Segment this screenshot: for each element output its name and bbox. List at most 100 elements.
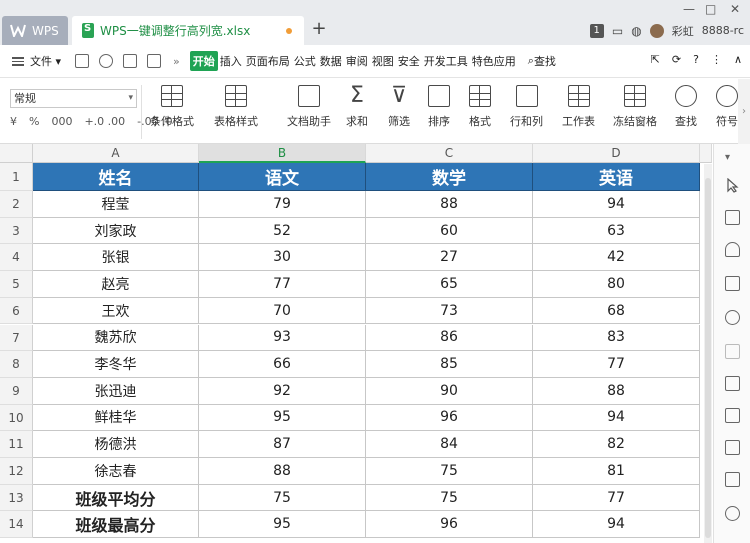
user-name[interactable]: 彩虹 xyxy=(672,23,694,39)
row-col-button[interactable]: 行和列 xyxy=(510,85,543,129)
account-id[interactable]: 8888-rc xyxy=(702,24,744,37)
table-cell[interactable]: 张迅迪 xyxy=(33,377,199,405)
menu-item-insert[interactable]: 插入 xyxy=(218,53,244,69)
window-count-badge[interactable]: 1 xyxy=(589,23,604,38)
menu-item-formula[interactable]: 公式 xyxy=(292,53,318,69)
row-header[interactable]: 10 xyxy=(0,404,33,432)
gif-icon[interactable] xyxy=(725,472,740,487)
table-cell[interactable]: 77 xyxy=(533,351,700,378)
table-cell[interactable]: 鲜桂华 xyxy=(33,404,199,432)
filter-button[interactable]: ⊽ 筛选 xyxy=(388,85,410,129)
find-button[interactable]: 查找 xyxy=(675,85,697,129)
table-cell[interactable]: 66 xyxy=(199,351,366,378)
skin-icon[interactable]: ◍ xyxy=(631,24,641,38)
table-header-cell[interactable]: 语文 xyxy=(199,163,366,191)
row-header[interactable]: 13 xyxy=(0,484,33,512)
file-tab[interactable]: WPS一键调整行高列宽.xlsx xyxy=(72,16,304,45)
thousands-button[interactable]: 000 xyxy=(51,115,72,128)
undo-icon[interactable] xyxy=(99,54,114,68)
table-cell[interactable]: 79 xyxy=(199,191,366,218)
print-preview-icon[interactable] xyxy=(147,54,162,68)
table-cell[interactable]: 94 xyxy=(533,191,700,218)
percent-button[interactable]: % xyxy=(29,115,39,128)
column-header-d[interactable]: D xyxy=(533,144,700,163)
table-cell[interactable]: 88 xyxy=(366,191,533,218)
table-cell[interactable]: 63 xyxy=(533,217,700,245)
archive-icon[interactable] xyxy=(725,440,740,455)
table-header-cell[interactable]: 姓名 xyxy=(33,163,199,191)
table-cell[interactable]: 徐志春 xyxy=(33,458,199,485)
row-header[interactable]: 3 xyxy=(0,217,33,245)
file-menu[interactable]: 文件 ▾ xyxy=(30,53,61,69)
maximize-button[interactable]: □ xyxy=(705,2,716,16)
freeze-button[interactable]: 冻结窗格 xyxy=(613,85,657,129)
doc-assistant-button[interactable]: 文档助手 xyxy=(287,85,331,129)
table-cell[interactable]: 77 xyxy=(533,484,700,512)
table-cell[interactable]: 魏苏欣 xyxy=(33,324,199,352)
number-format-select[interactable]: 常规 xyxy=(10,89,137,108)
style-icon[interactable] xyxy=(725,242,740,257)
avatar[interactable] xyxy=(649,23,664,38)
menu-item-features[interactable]: 特色应用 xyxy=(470,53,518,69)
share-icon[interactable]: ⇱ xyxy=(651,53,660,66)
table-cell[interactable]: 95 xyxy=(199,404,366,432)
save-icon[interactable] xyxy=(75,54,90,68)
table-cell[interactable]: 班级平均分 xyxy=(33,484,199,512)
table-cell[interactable]: 94 xyxy=(533,511,700,539)
increase-decimal-button[interactable]: +.0 .00 xyxy=(84,115,125,128)
table-cell[interactable]: 82 xyxy=(533,431,700,458)
menu-item-view[interactable]: 视图 xyxy=(370,53,396,69)
more-icon[interactable]: ⋮ xyxy=(711,53,722,66)
row-header[interactable]: 7 xyxy=(0,324,33,352)
table-cell[interactable]: 86 xyxy=(366,324,533,352)
row-header[interactable]: 5 xyxy=(0,271,33,298)
row-header[interactable]: 2 xyxy=(0,191,33,218)
menu-item-review[interactable]: 审阅 xyxy=(344,53,370,69)
close-button[interactable]: ✕ xyxy=(730,2,740,16)
menu-item-start[interactable]: 开始 xyxy=(189,51,218,71)
sum-button[interactable]: Σ 求和 xyxy=(346,85,368,129)
symbol-button[interactable]: 符号 xyxy=(716,85,738,129)
table-cell[interactable]: 77 xyxy=(199,271,366,298)
table-cell[interactable]: 杨德洪 xyxy=(33,431,199,458)
table-cell[interactable]: 96 xyxy=(366,511,533,539)
row-header[interactable]: 8 xyxy=(0,351,33,378)
table-cell[interactable]: 75 xyxy=(366,458,533,485)
wps-home-tab[interactable]: WPS xyxy=(2,16,68,45)
select-all-corner[interactable] xyxy=(0,144,33,163)
row-header[interactable]: 11 xyxy=(0,431,33,458)
image-icon[interactable] xyxy=(725,376,740,391)
menu-item-dev-tools[interactable]: 开发工具 xyxy=(422,53,470,69)
ribbon-scroll-right-icon[interactable]: › xyxy=(738,79,750,144)
menu-item-security[interactable]: 安全 xyxy=(396,53,422,69)
sync-icon[interactable]: ⟳ xyxy=(672,53,681,66)
table-cell[interactable]: 张银 xyxy=(33,244,199,272)
table-cell[interactable]: 班级最高分 xyxy=(33,511,199,539)
table-cell[interactable]: 程莹 xyxy=(33,191,199,218)
table-cell[interactable]: 92 xyxy=(199,377,366,405)
minimize-button[interactable]: — xyxy=(683,2,695,16)
export-icon[interactable] xyxy=(725,408,740,423)
table-cell[interactable]: 75 xyxy=(199,484,366,512)
hamburger-icon[interactable] xyxy=(12,56,24,66)
worksheet-button[interactable]: 工作表 xyxy=(562,85,595,129)
layout-icon[interactable]: ▭ xyxy=(612,24,623,38)
history-icon[interactable] xyxy=(725,310,740,325)
table-cell[interactable]: 60 xyxy=(366,217,533,245)
column-header-c[interactable]: C xyxy=(366,144,533,163)
collapse-panel-icon[interactable]: ▾ xyxy=(725,152,740,167)
table-cell[interactable]: 李冬华 xyxy=(33,351,199,378)
more-quick-access[interactable]: » xyxy=(171,55,182,68)
table-cell[interactable]: 27 xyxy=(366,244,533,272)
row-header[interactable]: 14 xyxy=(0,511,33,539)
table-cell[interactable]: 75 xyxy=(366,484,533,512)
table-cell[interactable]: 87 xyxy=(199,431,366,458)
table-cell[interactable]: 93 xyxy=(199,324,366,352)
table-cell[interactable]: 30 xyxy=(199,244,366,272)
table-cell[interactable]: 王欢 xyxy=(33,297,199,325)
currency-button[interactable]: ¥ xyxy=(10,115,17,128)
search-label[interactable]: 查找 xyxy=(534,53,556,69)
table-cell[interactable]: 52 xyxy=(199,217,366,245)
table-cell[interactable]: 65 xyxy=(366,271,533,298)
table-cell[interactable]: 73 xyxy=(366,297,533,325)
